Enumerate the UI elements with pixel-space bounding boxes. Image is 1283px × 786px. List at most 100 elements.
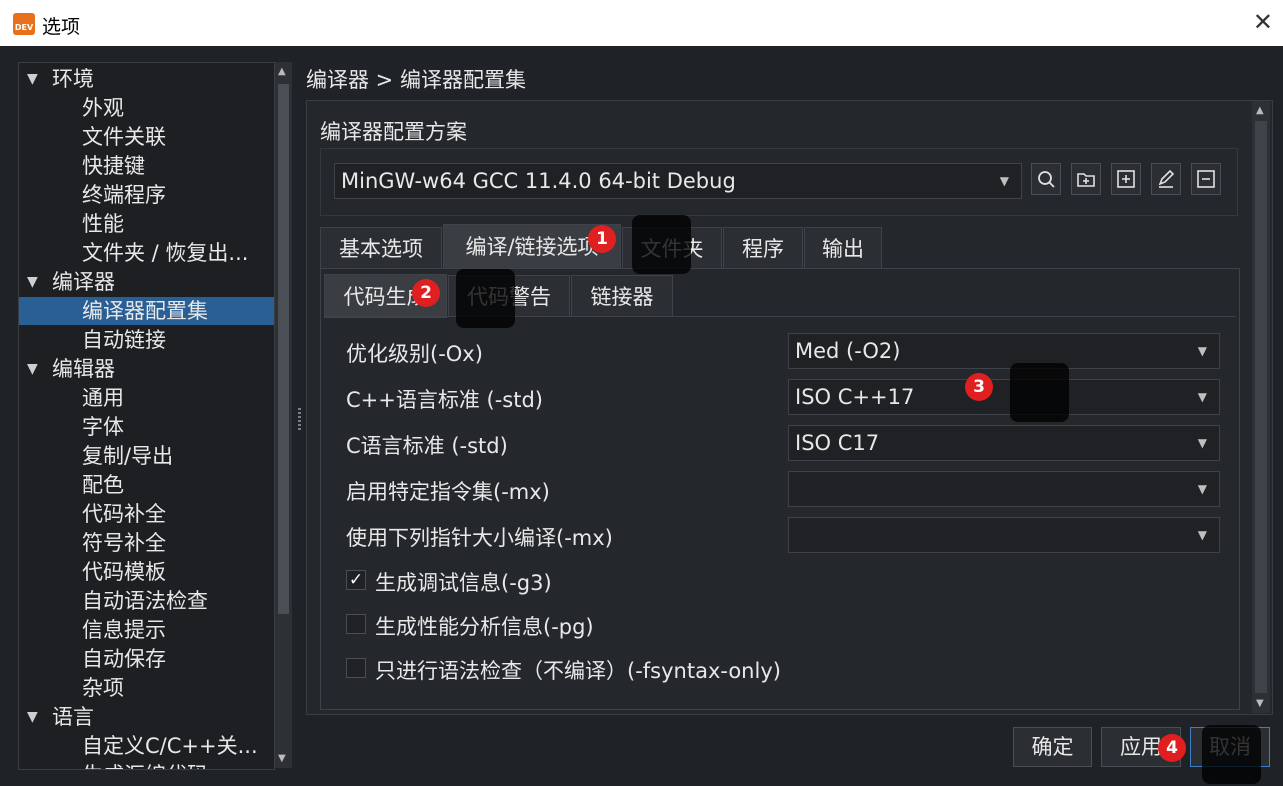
- scroll-thumb[interactable]: [1255, 121, 1267, 693]
- tree-item-label: 文件夹 / 恢复出...: [82, 241, 249, 265]
- tree-item-general[interactable]: 通用: [19, 384, 274, 412]
- cpp-std-label: C++语言标准 (-std): [346, 388, 543, 412]
- c-std-select[interactable]: ISO C17 ▼: [788, 425, 1220, 461]
- chevron-down-icon: ▼: [1197, 528, 1207, 542]
- scroll-thumb[interactable]: [278, 84, 289, 614]
- panel-scrollbar[interactable]: ▲ ▼: [1252, 101, 1270, 713]
- tree-item-symbol-completion[interactable]: 符号补全: [19, 529, 274, 557]
- tree-item-label: 编辑器: [52, 357, 115, 381]
- debug-info-label[interactable]: 生成调试信息(-g3): [375, 567, 552, 597]
- tree-item-compiler-sets[interactable]: 编译器配置集: [19, 297, 274, 325]
- tree-item-label: 符号补全: [82, 531, 166, 555]
- tree-item-custom-cpp[interactable]: 自定义C/C++关...: [19, 732, 274, 760]
- select-value: Med (-O2): [795, 339, 901, 363]
- tree-item-label: 杂项: [82, 676, 124, 700]
- tree-item-font[interactable]: 字体: [19, 413, 274, 441]
- tree-item-environment[interactable]: ▼ 环境: [19, 65, 274, 93]
- tree-item-editor[interactable]: ▼ 编辑器: [19, 355, 274, 383]
- tree-item-copy-export[interactable]: 复制/导出: [19, 442, 274, 470]
- syntax-only-checkbox[interactable]: [346, 658, 366, 678]
- tree-item-language[interactable]: ▼ 语言: [19, 703, 274, 731]
- scroll-up-icon[interactable]: ▲: [1256, 105, 1264, 116]
- tree-item-label: 配色: [82, 473, 124, 497]
- tree-item-colors[interactable]: 配色: [19, 471, 274, 499]
- expand-arrow-icon[interactable]: ▼: [27, 268, 38, 296]
- debug-info-checkbox[interactable]: ✓: [346, 570, 366, 590]
- tree-item-label: 终端程序: [82, 183, 166, 207]
- tree-item-performance[interactable]: 性能: [19, 210, 274, 238]
- expand-arrow-icon[interactable]: ▼: [27, 65, 38, 93]
- scroll-up-icon[interactable]: ▲: [278, 66, 286, 77]
- splitter-handle[interactable]: [298, 408, 301, 430]
- tree-item-label: 编译器配置集: [82, 299, 208, 323]
- tree-item-folders[interactable]: 文件夹 / 恢复出...: [19, 239, 274, 267]
- cpp-std-select[interactable]: ISO C++17 ▼: [788, 379, 1220, 415]
- folder-add-icon[interactable]: [1071, 163, 1101, 195]
- tree-item-file-assoc[interactable]: 文件关联: [19, 123, 274, 151]
- minus-icon[interactable]: [1191, 163, 1221, 195]
- plus-icon[interactable]: [1111, 163, 1141, 195]
- profiling-label[interactable]: 生成性能分析信息(-pg): [375, 611, 594, 641]
- tree-item-label: 字体: [82, 415, 124, 439]
- tree-item-label: 环境: [52, 67, 94, 91]
- tree-item-misc[interactable]: 杂项: [19, 674, 274, 702]
- tree-scrollbar[interactable]: ▲ ▼: [275, 62, 292, 768]
- tree-item-tooltips[interactable]: 信息提示: [19, 616, 274, 644]
- profiling-checkbox[interactable]: [346, 614, 366, 634]
- edit-icon[interactable]: [1151, 163, 1181, 195]
- tree-item-autolink[interactable]: 自动链接: [19, 326, 274, 354]
- annotation-highlight: [632, 215, 691, 274]
- tree-item-terminal[interactable]: 终端程序: [19, 181, 274, 209]
- tab-basic[interactable]: 基本选项: [320, 227, 442, 269]
- tree-item-label: 自动语法检查: [82, 589, 208, 613]
- step-marker-1: 1: [588, 225, 616, 253]
- instruction-set-select[interactable]: ▼: [788, 471, 1220, 507]
- tree-item-label: 性能: [82, 212, 124, 236]
- tree-item-code-completion[interactable]: 代码补全: [19, 500, 274, 528]
- compiler-profile-select[interactable]: MinGW-w64 GCC 11.4.0 64-bit Debug ▼: [334, 163, 1022, 199]
- tab-output[interactable]: 输出: [804, 227, 882, 269]
- tree-item-label: 生成汇编代码: [82, 761, 208, 769]
- tree-item-gen-asm[interactable]: 生成汇编代码: [19, 761, 274, 769]
- tree-item-label: 编译器: [52, 270, 115, 294]
- tab-programs[interactable]: 程序: [723, 227, 803, 269]
- scroll-down-icon[interactable]: ▼: [1256, 698, 1264, 709]
- annotation-highlight: [456, 269, 515, 328]
- opt-level-select[interactable]: Med (-O2) ▼: [788, 333, 1220, 369]
- subtab-content: [324, 316, 1236, 707]
- chevron-down-icon: ▼: [1197, 344, 1207, 358]
- expand-arrow-icon[interactable]: ▼: [27, 703, 38, 731]
- c-std-label: C语言标准 (-std): [346, 434, 508, 458]
- scroll-down-icon[interactable]: ▼: [278, 753, 286, 764]
- tree-item-appearance[interactable]: 外观: [19, 94, 274, 122]
- close-icon[interactable]: ✕: [1253, 8, 1273, 36]
- tree-item-compiler[interactable]: ▼ 编译器: [19, 268, 274, 296]
- tree-item-label: 自定义C/C++关...: [82, 734, 258, 758]
- search-icon[interactable]: [1031, 163, 1061, 195]
- expand-arrow-icon[interactable]: ▼: [27, 355, 38, 383]
- ok-button[interactable]: 确定: [1013, 727, 1092, 767]
- tree-item-label: 信息提示: [82, 618, 166, 642]
- step-marker-2: 2: [412, 279, 440, 307]
- app-logo-icon: DEV: [13, 13, 35, 35]
- chevron-down-icon: ▼: [999, 174, 1009, 188]
- settings-tree: ▼ 环境 外观 文件关联 快捷键 终端程序 性能 文件夹 / 恢复出... ▼ 编译…: [18, 62, 275, 770]
- annotation-highlight: [1010, 363, 1069, 422]
- select-value: ISO C17: [795, 431, 880, 455]
- tree-item-syntax-check[interactable]: 自动语法检查: [19, 587, 274, 615]
- tree-item-autosave[interactable]: 自动保存: [19, 645, 274, 673]
- pointer-size-label: 使用下列指针大小编译(-mx): [346, 526, 613, 550]
- pointer-size-select[interactable]: ▼: [788, 517, 1220, 553]
- subtab-linker[interactable]: 链接器: [571, 275, 673, 317]
- tree-item-label: 代码模板: [82, 560, 166, 584]
- window-title: 选项: [42, 16, 81, 38]
- tree-item-code-templates[interactable]: 代码模板: [19, 558, 274, 586]
- tree-item-label: 通用: [82, 386, 124, 410]
- title-bar: DEV 选项 ✕: [0, 0, 1283, 46]
- step-marker-3: 3: [965, 373, 993, 401]
- tree-item-label: 自动保存: [82, 647, 166, 671]
- tree-item-label: 复制/导出: [82, 444, 174, 468]
- select-value: MinGW-w64 GCC 11.4.0 64-bit Debug: [341, 169, 736, 193]
- syntax-only-label[interactable]: 只进行语法检查（不编译）(-fsyntax-only): [375, 655, 781, 685]
- tree-item-shortcuts[interactable]: 快捷键: [19, 152, 274, 180]
